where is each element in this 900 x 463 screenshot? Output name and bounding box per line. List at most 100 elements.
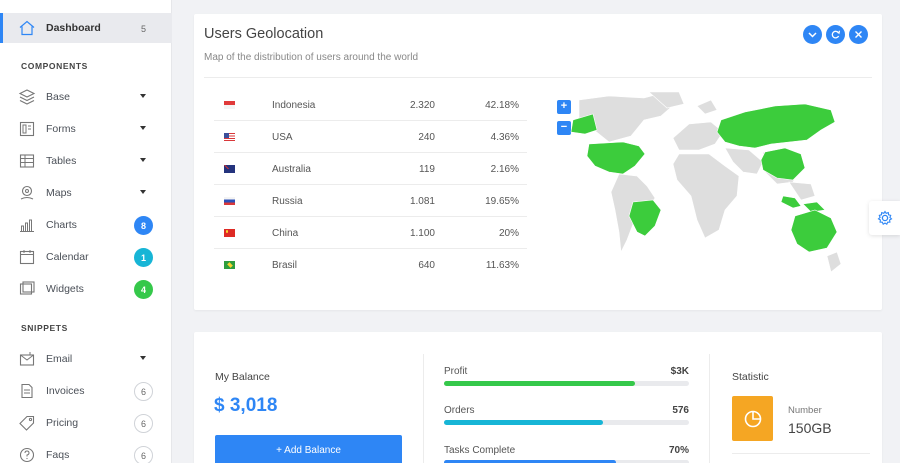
chevron-down-icon <box>140 356 146 360</box>
sidebar-item-base[interactable]: Base <box>0 82 172 112</box>
settings-button[interactable] <box>869 201 900 235</box>
help-icon <box>19 447 35 463</box>
user-percent: 42.18% <box>485 100 519 111</box>
statistic-title: Statistic <box>732 371 769 383</box>
map-region-australia[interactable] <box>790 209 838 253</box>
sidebar-item-forms[interactable]: Forms <box>0 114 172 144</box>
sidebar-item-label: Forms <box>46 123 76 135</box>
flag-usa-icon <box>224 133 235 141</box>
statistic-label: Number <box>788 405 822 416</box>
sidebar: Dashboard 5 COMPONENTS Base Forms Tables… <box>0 0 172 463</box>
sidebar-item-label: Charts <box>46 219 77 231</box>
user-percent: 2.16% <box>490 164 519 175</box>
map-region-alaska[interactable] <box>570 113 598 135</box>
sidebar-item-label: Email <box>46 353 73 365</box>
form-icon <box>19 121 35 137</box>
map-pin-icon <box>20 185 34 200</box>
user-percent: 4.36% <box>490 132 519 143</box>
email-icon <box>19 352 35 366</box>
flag-australia-icon <box>224 165 235 173</box>
country-name: China <box>272 228 299 239</box>
card-title: Users Geolocation <box>204 26 324 42</box>
progress-label: Orders <box>444 405 475 416</box>
chart-icon <box>20 219 34 232</box>
users-geolocation-card: Users Geolocation Map of the distributio… <box>194 14 882 310</box>
country-name: Russia <box>272 196 303 207</box>
balance-title: My Balance <box>215 371 270 383</box>
map-region-usa[interactable] <box>586 141 646 175</box>
country-name: USA <box>272 132 293 143</box>
section-title-snippets: SNIPPETS <box>21 323 68 333</box>
table-row: China 1.100 20% <box>214 217 527 249</box>
sidebar-item-label: Widgets <box>46 283 84 295</box>
table-row: Indonesia 2.320 42.18% <box>214 89 527 121</box>
calendar-badge: 1 <box>134 248 153 267</box>
progress-value: 576 <box>672 405 689 416</box>
statistic-value: 150GB <box>788 420 832 436</box>
charts-badge: 8 <box>134 216 153 235</box>
sidebar-item-label: Faqs <box>46 449 70 461</box>
map-region-china[interactable] <box>760 147 806 181</box>
flag-china-icon <box>224 229 235 237</box>
progress-orders: Orders 576 <box>444 405 689 425</box>
chevron-down-icon <box>140 126 146 130</box>
chevron-down-icon <box>140 158 146 162</box>
user-count: 119 <box>419 164 435 175</box>
chevron-down-icon <box>808 32 817 38</box>
statistic-icon-box <box>732 396 773 441</box>
sidebar-item-widgets[interactable]: Widgets 4 <box>0 274 172 304</box>
statistic-divider <box>732 453 870 454</box>
pricing-badge: 6 <box>134 414 153 433</box>
progress-profit: Profit $3K <box>444 366 689 386</box>
sidebar-item-invoices[interactable]: Invoices 6 <box>0 376 172 406</box>
invoice-icon <box>21 383 33 399</box>
flag-russia-icon <box>224 197 235 205</box>
chevron-down-icon <box>140 190 146 194</box>
user-count: 240 <box>418 132 435 143</box>
user-percent: 11.63% <box>485 260 519 271</box>
tag-icon <box>19 415 35 431</box>
add-balance-button[interactable]: + Add Balance <box>215 435 402 463</box>
user-percent: 19.65% <box>485 196 519 207</box>
balance-card: My Balance $ 3,018 + Add Balance Profit … <box>194 332 882 463</box>
balance-amount: $ 3,018 <box>214 395 278 416</box>
section-title-components: COMPONENTS <box>21 61 88 71</box>
calendar-icon <box>19 250 35 265</box>
card-subtitle: Map of the distribution of users around … <box>204 52 419 63</box>
flag-brasil-icon <box>224 261 235 269</box>
user-count: 640 <box>418 260 435 271</box>
sidebar-item-charts[interactable]: Charts 8 <box>0 210 172 240</box>
user-count: 1.081 <box>409 196 435 207</box>
progress-fill <box>444 420 604 425</box>
card-divider <box>204 77 872 78</box>
map-region-russia[interactable] <box>716 103 836 149</box>
sidebar-item-faqs[interactable]: Faqs 6 <box>0 440 172 463</box>
close-button[interactable] <box>849 25 868 44</box>
world-map[interactable] <box>549 92 869 282</box>
sidebar-item-pricing[interactable]: Pricing 6 <box>0 408 172 438</box>
progress-tasks-complete: Tasks Complete 70% <box>444 445 689 463</box>
column-divider <box>709 354 710 463</box>
country-name: Brasil <box>272 260 298 271</box>
sidebar-item-label: Base <box>46 91 70 103</box>
invoices-badge: 6 <box>134 382 153 401</box>
map-region-brasil[interactable] <box>628 199 662 237</box>
progress-label: Tasks Complete <box>444 445 516 456</box>
home-icon <box>19 20 35 36</box>
progress-value: 70% <box>668 445 689 456</box>
country-name: Australia <box>272 164 311 175</box>
collapse-button[interactable] <box>803 25 822 44</box>
sidebar-item-maps[interactable]: Maps <box>0 178 172 208</box>
sidebar-item-dashboard[interactable]: Dashboard 5 <box>0 13 172 43</box>
widgets-badge: 4 <box>134 280 153 299</box>
sidebar-item-calendar[interactable]: Calendar 1 <box>0 242 172 272</box>
widgets-icon <box>19 281 35 295</box>
country-name: Indonesia <box>272 100 316 111</box>
sidebar-item-email[interactable]: Email <box>0 344 172 374</box>
sidebar-item-tables[interactable]: Tables <box>0 146 172 176</box>
sidebar-item-label: Dashboard <box>46 22 101 34</box>
progress-value: $3K <box>670 366 689 377</box>
refresh-button[interactable] <box>826 25 845 44</box>
table-row: Russia 1.081 19.65% <box>214 185 527 217</box>
sidebar-item-label: Maps <box>46 187 72 199</box>
